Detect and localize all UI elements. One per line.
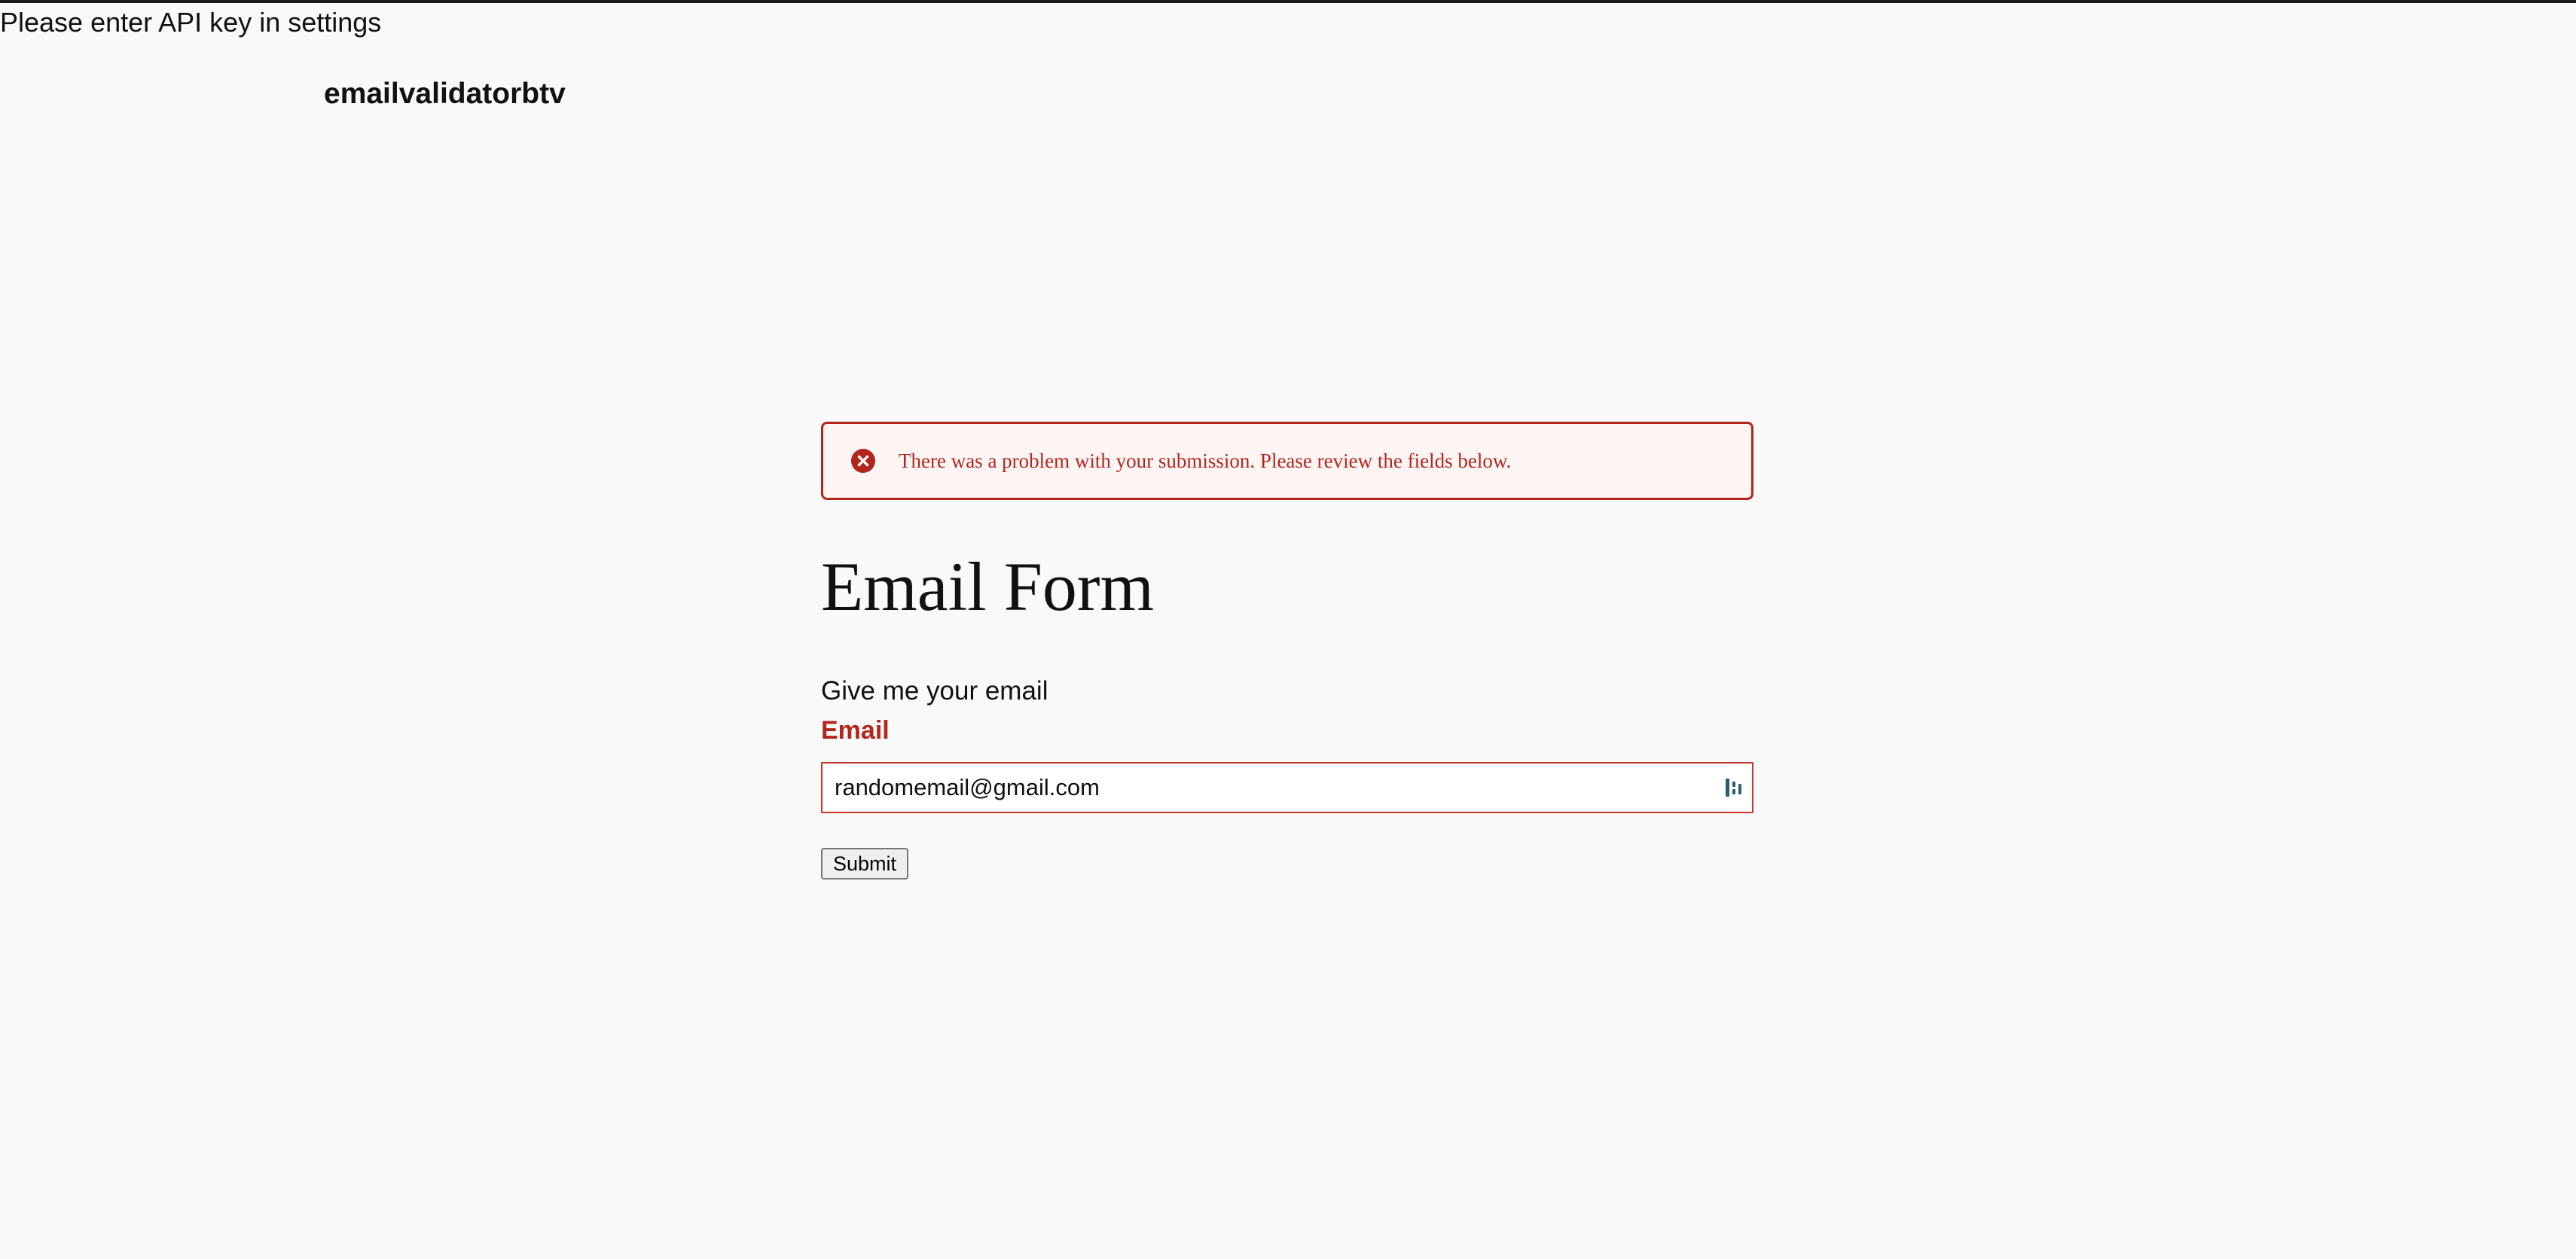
password-manager-icon[interactable]	[1723, 776, 1744, 800]
error-circle-x-icon	[850, 448, 876, 474]
form-title: Email Form	[821, 548, 1155, 625]
error-message: There was a problem with your submission…	[899, 449, 1512, 472]
site-title[interactable]: emailvalidatorbtv	[324, 75, 566, 113]
api-key-notice: Please enter API key in settings	[0, 7, 382, 38]
form-description: Give me your email	[821, 676, 1048, 706]
email-field[interactable]	[823, 764, 1723, 812]
error-banner: There was a problem with your submission…	[821, 422, 1753, 500]
submit-button[interactable]: Submit	[821, 848, 909, 879]
top-border	[0, 0, 2576, 3]
email-label: Email	[821, 716, 890, 745]
email-field-wrapper	[821, 762, 1753, 813]
